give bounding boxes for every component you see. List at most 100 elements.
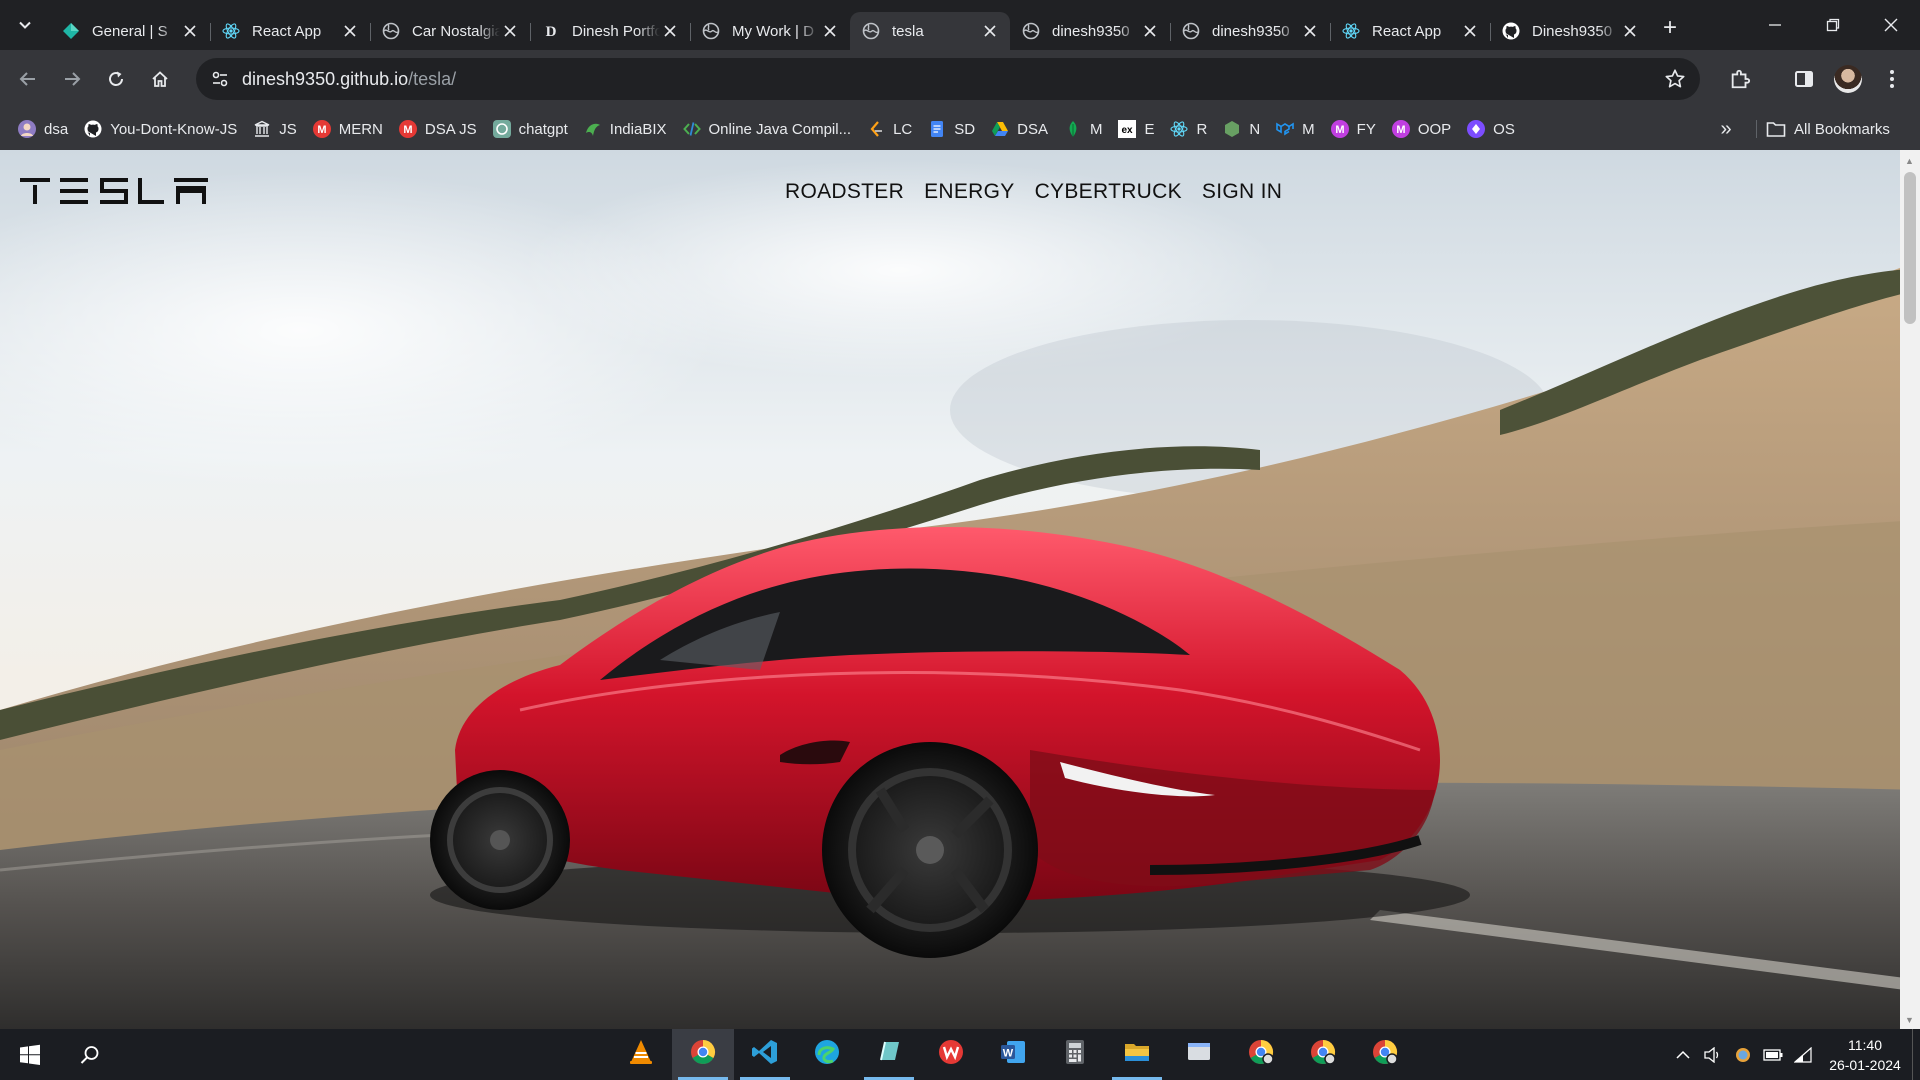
browser-tab[interactable]: My Work | D (690, 12, 850, 50)
show-desktop-button[interactable] (1912, 1029, 1920, 1080)
browser-tab[interactable]: D Dinesh Portfolio (530, 12, 690, 50)
weather-button[interactable] (1728, 1046, 1758, 1064)
bookmark-item[interactable]: M (1268, 113, 1323, 145)
tab-close-button[interactable] (820, 21, 840, 41)
taskbar-app-button[interactable] (1292, 1029, 1354, 1080)
bookmark-item[interactable]: DSA (983, 113, 1056, 145)
bookmark-item[interactable]: N (1215, 113, 1268, 145)
bookmark-item[interactable]: You-Dont-Know-JS (76, 113, 245, 145)
taskbar-app-button[interactable] (1354, 1029, 1416, 1080)
star-icon (1665, 69, 1685, 88)
side-panel-button[interactable] (1782, 57, 1826, 101)
bookmark-item[interactable]: M FY (1323, 113, 1384, 145)
browser-tab[interactable]: Dinesh9350 (1490, 12, 1650, 50)
page-scrollbar[interactable]: ▲ ▼ (1900, 150, 1920, 1029)
tab-search-button[interactable] (0, 0, 50, 50)
menu-sign-in[interactable]: SIGN IN (1202, 180, 1282, 204)
tab-close-button[interactable] (1460, 21, 1480, 41)
browser-tab[interactable]: Car Nostalgia (370, 12, 530, 50)
menu-button[interactable] (1870, 57, 1914, 101)
browser-tab[interactable]: dinesh9350 (1010, 12, 1170, 50)
minimize-button[interactable] (1746, 0, 1804, 50)
close-icon (504, 25, 516, 37)
menu-energy[interactable]: ENERGY (924, 180, 1015, 204)
taskbar-app-button[interactable] (734, 1029, 796, 1080)
browser-tab[interactable]: React App (210, 12, 370, 50)
tab-close-button[interactable] (180, 21, 200, 41)
bookmark-item[interactable]: ex E (1110, 113, 1162, 145)
taskbar-app-button[interactable] (1230, 1029, 1292, 1080)
bookmark-item[interactable]: OS (1459, 113, 1523, 145)
bookmark-item[interactable]: LC (859, 113, 920, 145)
scroll-up-icon[interactable]: ▲ (1905, 156, 1914, 166)
browser-tab[interactable]: tesla (850, 12, 1010, 50)
bookmark-item[interactable]: JS (245, 113, 305, 145)
tab-close-button[interactable] (1300, 21, 1320, 41)
bookmark-item[interactable]: dsa (10, 113, 76, 145)
taskbar-app-button[interactable] (920, 1029, 982, 1080)
taskbar-app-button[interactable] (1168, 1029, 1230, 1080)
vscode-icon (751, 1038, 779, 1071)
browser-tab[interactable]: React App (1330, 12, 1490, 50)
taskbar-clock[interactable]: 11:40 26-01-2024 (1818, 1035, 1912, 1075)
all-bookmarks-button[interactable]: All Bookmarks (1766, 113, 1890, 145)
system-tray: 11:40 26-01-2024 (1668, 1029, 1920, 1080)
bookmark-item[interactable]: M MERN (305, 113, 391, 145)
scrollbar-thumb[interactable] (1904, 172, 1916, 324)
taskbar-app-button[interactable] (1106, 1029, 1168, 1080)
bookmark-item[interactable]: M (1056, 113, 1111, 145)
bookmark-label: E (1144, 120, 1155, 138)
bookmark-item[interactable]: Online Java Compil... (675, 113, 860, 145)
mui-icon (1276, 120, 1294, 138)
taskbar-app-button[interactable] (858, 1029, 920, 1080)
tab-close-button[interactable] (980, 21, 1000, 41)
tab-close-button[interactable] (1140, 21, 1160, 41)
url-text[interactable]: dinesh9350.github.io/tesla/ (242, 69, 456, 90)
tesla-logo[interactable] (20, 176, 210, 211)
taskbar-search-button[interactable] (72, 1037, 108, 1073)
taskbar-app-button[interactable] (610, 1029, 672, 1080)
address-bar[interactable]: dinesh9350.github.io/tesla/ (196, 58, 1700, 100)
home-button[interactable] (138, 57, 182, 101)
bookmark-star-button[interactable] (1664, 68, 1686, 95)
bookmark-item[interactable]: M OOP (1384, 113, 1459, 145)
menu-cybertruck[interactable]: CYBERTRUCK (1035, 180, 1182, 204)
tab-close-button[interactable] (500, 21, 520, 41)
close-icon (664, 25, 676, 37)
taskbar-app-button[interactable] (672, 1029, 734, 1080)
tab-close-button[interactable] (660, 21, 680, 41)
menu-roadster[interactable]: ROADSTER (785, 180, 904, 204)
tab-close-button[interactable] (1620, 21, 1640, 41)
tab-close-button[interactable] (340, 21, 360, 41)
forward-button[interactable] (50, 57, 94, 101)
bookmark-item[interactable]: IndiaBIX (576, 113, 675, 145)
battery-button[interactable] (1758, 1048, 1788, 1061)
site-info-button[interactable] (200, 70, 240, 88)
scroll-down-icon[interactable]: ▼ (1905, 1015, 1914, 1025)
bookmark-item[interactable]: M DSA JS (391, 113, 485, 145)
browser-tab[interactable]: dinesh9350 (1170, 12, 1330, 50)
profile-button[interactable] (1826, 57, 1870, 101)
close-window-button[interactable] (1862, 0, 1920, 50)
vlc-icon (627, 1038, 655, 1071)
window-controls (1746, 0, 1920, 50)
browser-tab[interactable]: General | S (50, 12, 210, 50)
back-button[interactable] (6, 57, 50, 101)
new-tab-button[interactable]: + (1650, 6, 1690, 50)
tray-overflow-button[interactable] (1668, 1050, 1698, 1060)
reload-button[interactable] (94, 57, 138, 101)
start-button[interactable] (12, 1037, 48, 1073)
bookmark-item[interactable]: chatgpt (485, 113, 576, 145)
bookmark-item[interactable]: SD (920, 113, 983, 145)
restore-button[interactable] (1804, 0, 1862, 50)
taskbar-app-button[interactable] (1044, 1029, 1106, 1080)
network-button[interactable] (1788, 1046, 1818, 1063)
taskbar-app-button[interactable] (796, 1029, 858, 1080)
avatar (1834, 65, 1862, 93)
bookmark-item[interactable]: R (1162, 113, 1215, 145)
extensions-button[interactable] (1718, 57, 1762, 101)
taskbar-app-button[interactable]: W (982, 1029, 1044, 1080)
weather-icon (1736, 1047, 1750, 1062)
more-bookmarks-button[interactable]: » (1710, 113, 1742, 145)
volume-button[interactable] (1698, 1046, 1728, 1063)
